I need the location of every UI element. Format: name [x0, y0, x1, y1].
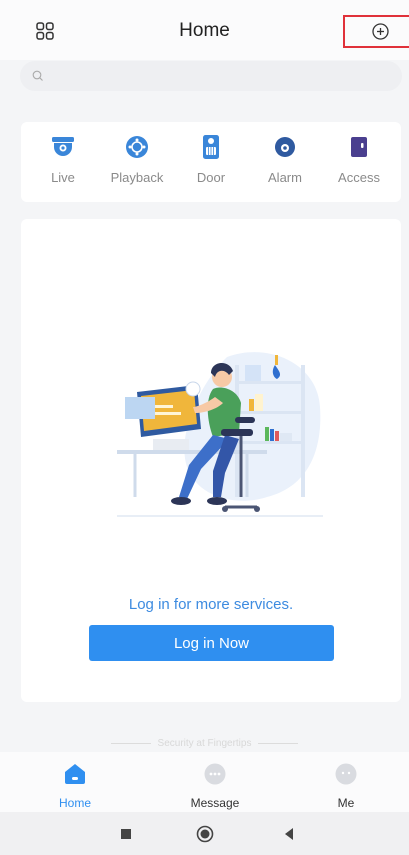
access-icon: [351, 137, 367, 157]
tab-label: Message: [190, 796, 240, 810]
tab-message[interactable]: Message: [175, 762, 255, 810]
tab-me[interactable]: Me: [306, 762, 386, 810]
login-now-button[interactable]: Log in Now: [89, 625, 334, 661]
tab-label: Me: [337, 796, 355, 810]
home-button-icon[interactable]: [196, 825, 214, 843]
plus-circle-icon: [372, 23, 389, 40]
playback-icon: [126, 136, 148, 158]
header-bar: Home: [0, 0, 409, 60]
profile-icon: [335, 763, 357, 785]
system-navigation-bar: [0, 812, 409, 855]
bottom-tab-bar: Home Message Me: [0, 752, 409, 812]
divider-line: [110, 742, 151, 744]
slogan: Security at Fingertips: [0, 738, 409, 749]
quick-item-access[interactable]: Access: [324, 134, 394, 185]
divider-line: [258, 742, 299, 744]
person-at-computer-illustration: [117, 352, 323, 517]
quick-item-label: Access: [338, 170, 380, 185]
search-input[interactable]: [52, 66, 382, 86]
quick-item-label: Alarm: [268, 170, 302, 185]
door-icon: [203, 135, 219, 159]
slogan-text: Security at Fingertips: [157, 738, 252, 749]
quick-item-label: Door: [196, 170, 226, 185]
camera-icon: [52, 137, 74, 156]
back-icon[interactable]: [280, 825, 298, 843]
home-icon: [65, 764, 85, 784]
login-prompt-card: Log in for more services. Log in Now: [21, 219, 401, 702]
quick-item-label: Live: [51, 170, 75, 185]
quick-access-panel: Live Playback Door Alarm Access: [21, 122, 401, 202]
message-icon: [204, 763, 226, 785]
tab-label: Home: [58, 796, 91, 810]
login-promo-text: Log in for more services.: [128, 596, 294, 613]
search-icon: [32, 70, 43, 81]
quick-item-playback[interactable]: Playback: [102, 134, 172, 185]
search-bar[interactable]: [20, 61, 402, 91]
alarm-icon: [274, 137, 295, 157]
quick-item-door[interactable]: Door: [176, 134, 246, 185]
quick-item-label: Playback: [110, 170, 164, 185]
recent-apps-icon[interactable]: [117, 825, 135, 843]
tab-home[interactable]: Home: [35, 762, 115, 810]
quick-item-alarm[interactable]: Alarm: [250, 134, 320, 185]
add-device-button[interactable]: [343, 15, 409, 48]
quick-item-live[interactable]: Live: [28, 134, 98, 185]
